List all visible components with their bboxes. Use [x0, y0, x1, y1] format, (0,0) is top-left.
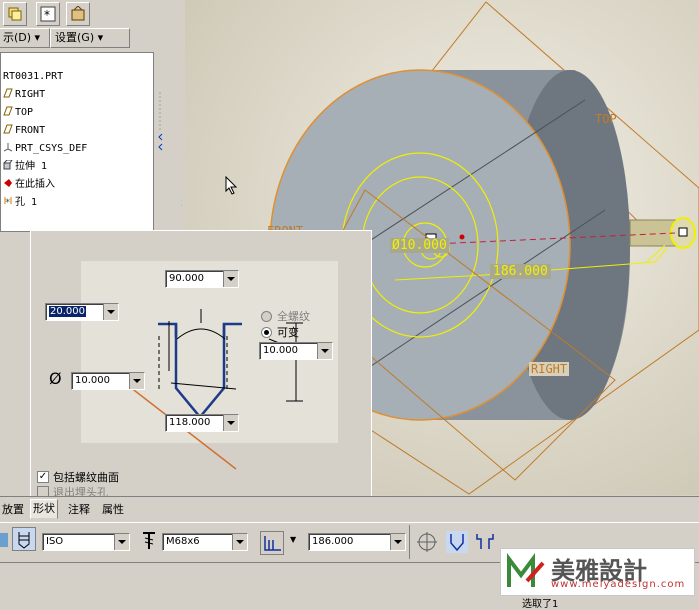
screw-size-select[interactable]: M68x6: [162, 533, 248, 551]
logo-url-text: www.meiyadesign.com: [551, 579, 686, 590]
feature-button[interactable]: *: [36, 2, 60, 26]
tree-item-label: RIGHT: [15, 89, 46, 100]
chevron-down-icon[interactable]: [129, 373, 144, 389]
settings-menu-label: 设置(G): [55, 31, 95, 44]
counterbore-icon[interactable]: [474, 531, 496, 553]
tree-item-label: PRT_CSYS_DEF: [15, 143, 88, 154]
model-tree[interactable]: RT0031.PRT RIGHT TOP FRONT PRT_CSYS_DEF …: [0, 52, 154, 232]
diameter-symbol: Ø: [49, 369, 62, 388]
screw-size-value: M68x6: [166, 536, 200, 547]
logo-mark-icon: [507, 553, 545, 587]
diameter-value: 10.000: [75, 375, 110, 386]
angle-value: 90.000: [169, 273, 204, 284]
tapped-hole-icon[interactable]: [446, 531, 468, 553]
display-menu[interactable]: 示(D) ▾: [0, 28, 50, 48]
thread-standard-value: ISO: [46, 536, 64, 547]
chevron-down-icon[interactable]: [232, 534, 247, 550]
tree-item-label: FRONT: [15, 125, 46, 136]
countersink-icon[interactable]: [416, 531, 438, 553]
csys-icon: [3, 143, 13, 152]
datum-label-top: TOP: [595, 112, 617, 126]
datum-label-right: RIGHT: [529, 362, 570, 376]
depth-value-input[interactable]: 186.000: [308, 533, 406, 551]
model-tree-panel: * 示(D) ▾ 设置(G) ▾ RT0031.PRT RIGHT TOP FR…: [0, 0, 186, 232]
tree-item-front[interactable]: FRONT: [3, 123, 45, 139]
tree-item-hole[interactable]: * 孔 1: [3, 195, 37, 211]
mouse-cursor-icon: [225, 176, 238, 195]
tools-button[interactable]: [66, 2, 90, 26]
status-message: 选取了1: [522, 599, 559, 610]
dimension-diameter[interactable]: Ø10.000: [390, 238, 449, 253]
chevron-down-icon[interactable]: [390, 534, 405, 550]
thread-depth-input[interactable]: 20.000: [45, 303, 119, 321]
chevron-down-icon[interactable]: [223, 271, 238, 287]
tab-note[interactable]: 注释: [66, 501, 92, 519]
tools-icon: [71, 6, 85, 21]
radio-full-thread-label: 全螺纹: [277, 310, 310, 323]
watermark-logo: 美雅設計 www.meiyadesign.com: [500, 548, 695, 596]
tab-shape[interactable]: 形状: [30, 499, 58, 519]
display-menu-label: 示(D): [3, 31, 32, 44]
tree-item-label: 孔 1: [15, 197, 38, 208]
dashboard-tabs: 放置 形状 注释 属性: [0, 496, 699, 521]
layers-icon: [8, 7, 22, 21]
datum-plane-icon: [3, 88, 13, 98]
tree-item-label: 拉伸 1: [15, 161, 48, 172]
diameter-input[interactable]: 10.000: [71, 372, 145, 390]
tab-properties[interactable]: 属性: [100, 501, 126, 519]
tree-item-label: TOP: [15, 107, 34, 118]
screw-size-icon: [143, 532, 155, 549]
insert-arrow-icon: [4, 179, 12, 187]
datum-plane-icon: [3, 106, 13, 116]
collapse-arrows-icon: [158, 92, 186, 207]
datum-plane-icon: [3, 124, 13, 134]
variable-depth-value: 10.000: [263, 345, 298, 356]
tree-item-extrude[interactable]: 拉伸 1: [3, 159, 47, 175]
tree-item-part[interactable]: RT0031.PRT: [3, 69, 63, 85]
standard-hole-icon[interactable]: [12, 527, 36, 551]
svg-text:*: *: [5, 198, 10, 206]
layer-tree-button[interactable]: [3, 2, 27, 26]
svg-text:*: *: [44, 8, 50, 22]
angle-input[interactable]: 90.000: [165, 270, 239, 288]
include-thread-surface-label: 包括螺纹曲面: [53, 471, 119, 484]
drill-angle-input[interactable]: 118.000: [165, 414, 239, 432]
tree-item-label: 在此插入: [15, 179, 55, 190]
tab-placement[interactable]: 放置: [0, 501, 26, 519]
chevron-down-icon[interactable]: [103, 304, 118, 320]
tree-item-label: RT0031.PRT: [3, 71, 64, 82]
settings-menu[interactable]: 设置(G) ▾: [50, 28, 130, 48]
dimension-depth[interactable]: 186.000: [490, 264, 551, 279]
radio-full-thread[interactable]: [261, 311, 272, 322]
thread-standard-select[interactable]: ISO: [42, 533, 130, 551]
depth-value: 186.000: [312, 536, 354, 547]
depth-option-dropdown[interactable]: ▼: [290, 535, 296, 544]
tree-item-insert-here[interactable]: 在此插入: [3, 177, 55, 193]
variable-depth-input[interactable]: 10.000: [259, 342, 333, 360]
tree-item-csys[interactable]: PRT_CSYS_DEF: [3, 141, 87, 157]
tree-item-right[interactable]: RIGHT: [3, 87, 45, 103]
tree-sash[interactable]: [154, 52, 186, 230]
hole-icon: *: [4, 197, 12, 206]
star-feature-icon: *: [40, 6, 56, 22]
drill-angle-value: 118.000: [169, 417, 211, 428]
chevron-down-icon[interactable]: [317, 343, 332, 359]
tree-item-top[interactable]: TOP: [3, 105, 33, 121]
thread-depth-value: 20.000: [49, 306, 86, 317]
include-thread-surface-checkbox[interactable]: ✓: [37, 471, 49, 483]
depth-blind-icon[interactable]: [260, 531, 284, 555]
hole-shape-panel: 90.000 20.000 全螺纹 可变 10.000 Ø 10.000 118…: [30, 230, 372, 499]
chevron-down-icon[interactable]: [223, 415, 238, 431]
chevron-down-icon[interactable]: [114, 534, 129, 550]
extrude-icon: [3, 160, 13, 170]
separator: [409, 525, 410, 559]
radio-variable[interactable]: [261, 327, 272, 338]
radio-variable-label: 可变: [277, 326, 299, 339]
